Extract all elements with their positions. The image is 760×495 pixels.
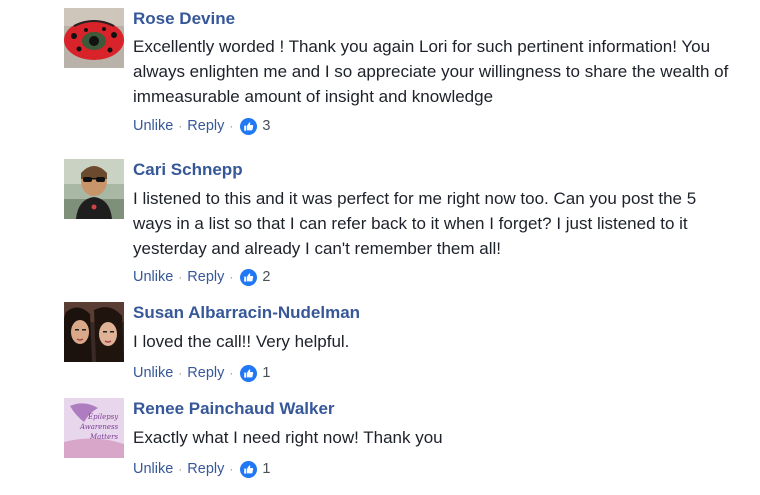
like-count[interactable]: 3: [262, 118, 270, 134]
comment-actions: Unlike · Reply · 1: [133, 459, 270, 479]
comment-text: I loved the call!! Very helpful.: [133, 332, 350, 351]
avatar[interactable]: [64, 302, 124, 362]
thumbs-up-icon[interactable]: [240, 460, 258, 478]
thumbs-up-icon[interactable]: [240, 364, 258, 382]
reply-link[interactable]: Reply: [187, 269, 224, 285]
comment-actions: Unlike · Reply · 3: [133, 116, 270, 136]
unlike-link[interactable]: Unlike: [133, 269, 173, 285]
comment-text: I listened to this and it was perfect fo…: [133, 189, 697, 258]
comment-author[interactable]: Susan Albarracin-Nudelman: [133, 303, 360, 323]
like-count[interactable]: 2: [262, 269, 270, 285]
like-count[interactable]: 1: [262, 365, 270, 381]
separator: ·: [229, 270, 234, 284]
comment-text: Exactly what I need right now! Thank you: [133, 428, 443, 447]
svg-text:Epilepsy: Epilepsy: [87, 413, 119, 421]
svg-text:Matters: Matters: [89, 433, 118, 441]
epilepsy-awareness-avatar-icon: Epilepsy Awareness Matters: [64, 398, 124, 458]
separator: ·: [178, 119, 183, 133]
woman-sunglasses-avatar-icon: [64, 159, 124, 219]
separator: ·: [178, 462, 183, 476]
unlike-link[interactable]: Unlike: [133, 365, 173, 381]
reply-link[interactable]: Reply: [187, 365, 224, 381]
thumbs-up-icon[interactable]: [240, 117, 258, 135]
reply-link[interactable]: Reply: [187, 118, 224, 134]
comment-author[interactable]: Renee Painchaud Walker: [133, 399, 335, 419]
avatar[interactable]: Epilepsy Awareness Matters: [64, 398, 124, 458]
thumbs-up-icon[interactable]: [240, 268, 258, 286]
svg-text:Awareness: Awareness: [79, 423, 119, 431]
separator: ·: [229, 462, 234, 476]
avatar[interactable]: [64, 8, 124, 68]
comment-text: Excellently worded ! Thank you again Lor…: [133, 37, 729, 106]
separator: ·: [178, 270, 183, 284]
ladybug-eye-avatar-icon: [64, 8, 124, 68]
unlike-link[interactable]: Unlike: [133, 461, 173, 477]
separator: ·: [178, 366, 183, 380]
comment-actions: Unlike · Reply · 2: [133, 267, 270, 287]
like-count[interactable]: 1: [262, 461, 270, 477]
comment-author[interactable]: Cari Schnepp: [133, 160, 243, 180]
avatar[interactable]: [64, 159, 124, 219]
separator: ·: [229, 119, 234, 133]
comment-author[interactable]: Rose Devine: [133, 9, 235, 29]
two-women-avatar-icon: [64, 302, 124, 362]
separator: ·: [229, 366, 234, 380]
unlike-link[interactable]: Unlike: [133, 118, 173, 134]
comment-actions: Unlike · Reply · 1: [133, 363, 270, 383]
reply-link[interactable]: Reply: [187, 461, 224, 477]
